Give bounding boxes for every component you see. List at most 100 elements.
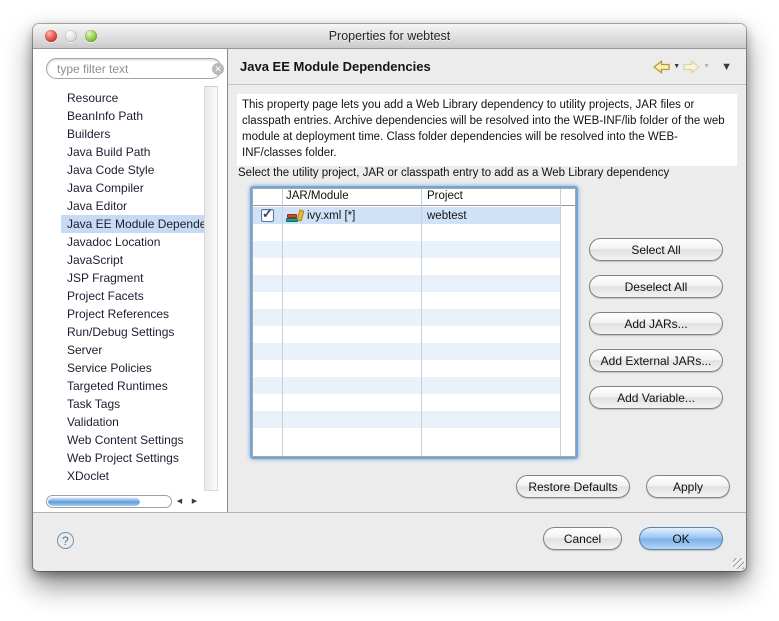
sidebar-item-label: Builders bbox=[67, 127, 110, 141]
sidebar-item-xdoclet[interactable]: ▶XDoclet bbox=[61, 467, 205, 485]
scrollbar-track[interactable] bbox=[46, 495, 172, 508]
sidebar-item-java-code-style[interactable]: ▶Java Code Style bbox=[61, 161, 205, 179]
project-cell: webtest bbox=[421, 210, 575, 222]
cancel-button[interactable]: Cancel bbox=[543, 527, 622, 550]
back-menu-icon[interactable]: ▼ bbox=[673, 63, 680, 70]
table-empty-row bbox=[253, 241, 575, 258]
add-variable-button[interactable]: Add Variable... bbox=[589, 386, 723, 409]
sidebar-item-web-project-settings[interactable]: Web Project Settings bbox=[61, 449, 205, 467]
sidebar-item-label: Server bbox=[67, 343, 102, 357]
description-text: This property page lets you add a Web Li… bbox=[237, 94, 737, 166]
sidebar-item-label: Web Content Settings bbox=[67, 433, 184, 447]
sidebar-item-project-references[interactable]: Project References bbox=[61, 305, 205, 323]
sidebar-item-label: Project References bbox=[67, 307, 169, 321]
filter-box: ✕ bbox=[46, 58, 222, 79]
sidebar-item-run-debug-settings[interactable]: Run/Debug Settings bbox=[61, 323, 205, 341]
sidebar-item-java-build-path[interactable]: Java Build Path bbox=[61, 143, 205, 161]
restore-defaults-button[interactable]: Restore Defaults bbox=[516, 475, 630, 498]
sidebar-item-label: Java EE Module Dependencies bbox=[67, 217, 205, 231]
resize-grip[interactable] bbox=[733, 558, 744, 569]
sidebar-item-task-tags[interactable]: Task Tags bbox=[61, 395, 205, 413]
library-icon bbox=[286, 209, 303, 222]
minimize-button[interactable] bbox=[65, 30, 77, 42]
sidebar-item-java-ee-module-dependencies[interactable]: Java EE Module Dependencies bbox=[61, 215, 205, 233]
tree-horizontal-scrollbar[interactable]: ◀ ▶ bbox=[46, 494, 202, 508]
window-controls bbox=[45, 30, 97, 42]
table-empty-row bbox=[253, 411, 575, 428]
sidebar-item-label: Run/Debug Settings bbox=[67, 325, 174, 339]
forward-menu-icon[interactable]: ▼ bbox=[703, 63, 710, 70]
sidebar-item-server[interactable]: Server bbox=[61, 341, 205, 359]
sidebar-item-builders[interactable]: Builders bbox=[61, 125, 205, 143]
window-title: Properties for webtest bbox=[33, 24, 746, 48]
table-vertical-scrollbar[interactable] bbox=[560, 207, 575, 456]
sidebar-item-label: BeanInfo Path bbox=[67, 109, 143, 123]
sidebar-item-java-editor[interactable]: ▶Java Editor bbox=[61, 197, 205, 215]
jar-module-cell: ivy.xml [*] bbox=[307, 210, 355, 222]
table-empty-row bbox=[253, 275, 575, 292]
sidebar-item-jsp-fragment[interactable]: JSP Fragment bbox=[61, 269, 205, 287]
checkmark-icon: ✓ bbox=[262, 207, 273, 222]
sidebar-item-label: Java Build Path bbox=[67, 145, 150, 159]
view-menu-icon[interactable]: ▼ bbox=[721, 61, 732, 73]
filter-input[interactable] bbox=[57, 62, 212, 76]
sidebar-item-label: Java Code Style bbox=[67, 163, 154, 177]
sidebar-item-web-content-settings[interactable]: Web Content Settings bbox=[61, 431, 205, 449]
dependencies-table: JAR/Module Project ✓ ivy.xml [*] bbox=[250, 186, 578, 459]
table-row[interactable]: ✓ ivy.xml [*] webtest bbox=[253, 207, 575, 224]
titlebar[interactable]: Properties for webtest bbox=[33, 24, 746, 49]
sidebar-item-resource[interactable]: Resource bbox=[61, 89, 205, 107]
property-page: Java EE Module Dependencies ▼ ▼ ▼ This p… bbox=[228, 49, 746, 512]
forward-icon[interactable] bbox=[683, 60, 700, 74]
sidebar-item-javadoc-location[interactable]: Javadoc Location bbox=[61, 233, 205, 251]
sidebar: ✕ Resource BeanInfo Path Builders Java Buil… bbox=[33, 49, 228, 512]
properties-dialog: Properties for webtest ✕ Resource BeanInf… bbox=[33, 24, 746, 571]
sidebar-item-project-facets[interactable]: Project Facets bbox=[61, 287, 205, 305]
deselect-all-button[interactable]: Deselect All bbox=[589, 275, 723, 298]
table-empty-row bbox=[253, 394, 575, 411]
sidebar-item-service-policies[interactable]: Service Policies bbox=[61, 359, 205, 377]
table-empty-row bbox=[253, 309, 575, 326]
select-all-button[interactable]: Select All bbox=[589, 238, 723, 261]
table-empty-row bbox=[253, 377, 575, 394]
column-header-project[interactable]: Project bbox=[427, 190, 463, 202]
table-empty-row bbox=[253, 224, 575, 241]
clear-filter-icon[interactable]: ✕ bbox=[212, 63, 224, 75]
sidebar-item-label: Resource bbox=[67, 91, 118, 105]
table-empty-row bbox=[253, 343, 575, 360]
sidebar-item-label: Project Facets bbox=[67, 289, 144, 303]
scroll-right-icon[interactable]: ▶ bbox=[187, 495, 202, 508]
apply-button[interactable]: Apply bbox=[646, 475, 730, 498]
scrollbar-thumb[interactable] bbox=[48, 497, 140, 506]
tree-vertical-scrollbar[interactable] bbox=[204, 86, 218, 491]
column-header-jar-module[interactable]: JAR/Module bbox=[286, 190, 349, 202]
sidebar-item-label: Javadoc Location bbox=[67, 235, 160, 249]
ok-button[interactable]: OK bbox=[639, 527, 723, 550]
property-tree: Resource BeanInfo Path Builders Java Build … bbox=[33, 89, 205, 485]
scroll-left-icon[interactable]: ◀ bbox=[172, 495, 187, 508]
help-button[interactable]: ? bbox=[57, 532, 74, 549]
sidebar-item-validation[interactable]: ▶Validation bbox=[61, 413, 205, 431]
table-empty-row bbox=[253, 360, 575, 377]
sidebar-item-javascript[interactable]: ▶JavaScript bbox=[61, 251, 205, 269]
table-header: JAR/Module Project bbox=[253, 189, 575, 206]
back-icon[interactable] bbox=[653, 60, 670, 74]
sidebar-item-label: Task Tags bbox=[67, 397, 120, 411]
sidebar-item-java-compiler[interactable]: ▶Java Compiler bbox=[61, 179, 205, 197]
sidebar-item-label: Java Compiler bbox=[67, 181, 144, 195]
dialog-footer: ? Cancel OK bbox=[33, 512, 746, 571]
page-title: Java EE Module Dependencies bbox=[240, 59, 653, 74]
table-horizontal-scrollbar[interactable] bbox=[253, 442, 575, 456]
sidebar-item-label: JSP Fragment bbox=[67, 271, 143, 285]
close-button[interactable] bbox=[45, 30, 57, 42]
row-checkbox[interactable]: ✓ bbox=[261, 209, 274, 222]
table-empty-row bbox=[253, 258, 575, 275]
sidebar-item-label: Validation bbox=[67, 415, 119, 429]
sidebar-item-targeted-runtimes[interactable]: Targeted Runtimes bbox=[61, 377, 205, 395]
sidebar-item-label: Service Policies bbox=[67, 361, 152, 375]
add-external-jars-button[interactable]: Add External JARs... bbox=[589, 349, 723, 372]
table-caption: Select the utility project, JAR or class… bbox=[238, 167, 669, 179]
add-jars-button[interactable]: Add JARs... bbox=[589, 312, 723, 335]
zoom-button[interactable] bbox=[85, 30, 97, 42]
sidebar-item-beaninfo-path[interactable]: BeanInfo Path bbox=[61, 107, 205, 125]
